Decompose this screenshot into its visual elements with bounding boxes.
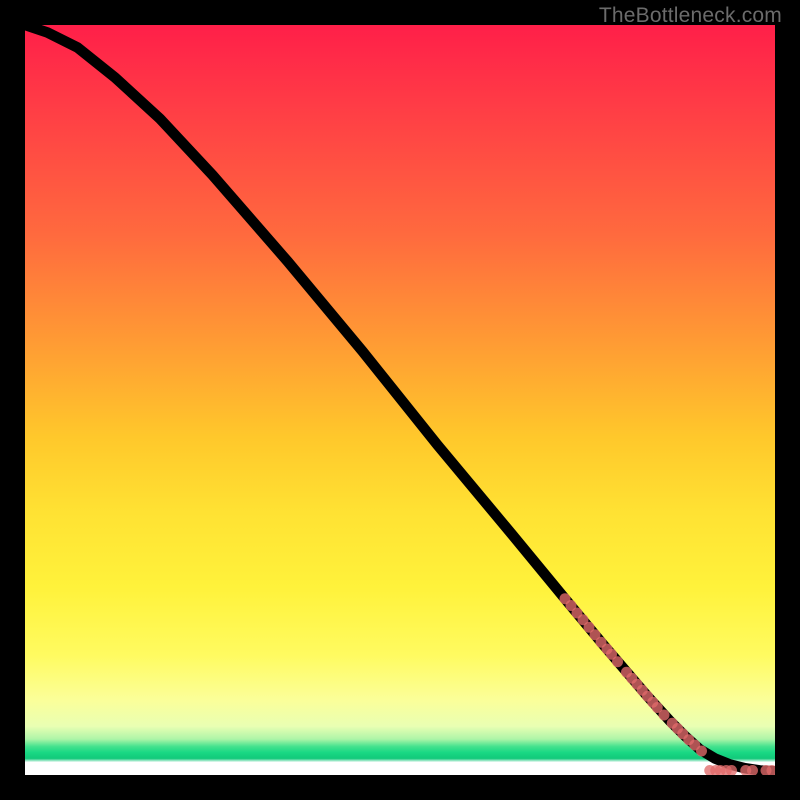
data-marker <box>696 746 707 757</box>
chart-svg <box>25 25 775 775</box>
data-marker <box>659 710 670 721</box>
watermark-text: TheBottleneck.com <box>599 4 782 28</box>
bottleneck-curve <box>25 25 775 771</box>
chart-plot-area <box>25 25 775 775</box>
data-marker-group <box>560 593 775 775</box>
data-marker <box>612 656 623 667</box>
